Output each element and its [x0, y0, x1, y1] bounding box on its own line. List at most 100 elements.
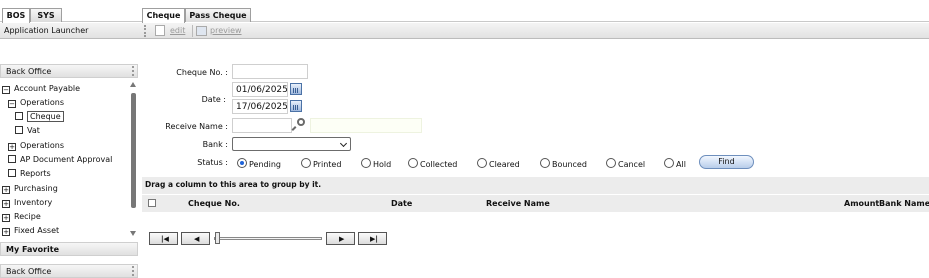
- first-page-icon: |◀: [161, 235, 169, 243]
- expand-icon[interactable]: +: [8, 143, 16, 151]
- prev-page-button[interactable]: ◀: [181, 232, 210, 245]
- tab-bos[interactable]: BOS: [2, 8, 30, 23]
- toolbar-divider: [192, 25, 193, 37]
- scroll-down-icon[interactable]: [130, 231, 136, 236]
- status-label-all: All: [676, 160, 686, 169]
- tab-cheque[interactable]: Cheque: [142, 8, 185, 23]
- status-radio-all[interactable]: [664, 158, 674, 168]
- tab-sys[interactable]: SYS: [30, 8, 62, 22]
- tree-node-vat[interactable]: Vat: [15, 125, 40, 137]
- group-by-area[interactable]: Drag a column to this area to group by i…: [142, 177, 929, 194]
- tree-node-operations-2[interactable]: + Operations: [8, 140, 64, 152]
- edit-button[interactable]: edit: [170, 25, 185, 37]
- grip-icon: [132, 266, 134, 276]
- find-button[interactable]: Find: [699, 155, 754, 169]
- scroll-up-icon[interactable]: [130, 82, 136, 87]
- tree-node-label: Purchasing: [14, 184, 58, 193]
- status-radio-cleared[interactable]: [477, 158, 487, 168]
- tree-node-label: Vat: [27, 126, 40, 135]
- tab-pass-cheque[interactable]: Pass Cheque: [185, 8, 251, 22]
- calendar-icon[interactable]: [290, 100, 302, 112]
- expand-icon[interactable]: +: [2, 200, 10, 208]
- column-receive-name[interactable]: Receive Name: [486, 198, 550, 210]
- column-cheque-no[interactable]: Cheque No.: [188, 198, 240, 210]
- next-page-button[interactable]: ▶: [326, 232, 355, 245]
- cheque-no-field[interactable]: [232, 64, 308, 79]
- next-page-icon: ▶: [339, 235, 345, 243]
- tree-node-operations[interactable]: − Operations: [8, 97, 64, 109]
- status-radio-hold[interactable]: [361, 158, 371, 168]
- status-radio-bounced[interactable]: [540, 158, 550, 168]
- tree-node-purchasing[interactable]: + Purchasing: [2, 183, 58, 195]
- column-bank-name[interactable]: Bank Name: [879, 198, 929, 210]
- tree-node-cheque[interactable]: Cheque: [15, 111, 64, 123]
- date-to-field[interactable]: 17/06/2025: [232, 99, 288, 114]
- tree-node-ap-document-approval[interactable]: AP Document Approval: [8, 154, 112, 166]
- status-radio-cancel[interactable]: [606, 158, 616, 168]
- expand-icon[interactable]: +: [2, 228, 10, 236]
- preview-icon[interactable]: [196, 26, 207, 36]
- tree-node-label: Inventory: [14, 198, 53, 207]
- application-launcher[interactable]: Application Launcher: [0, 23, 140, 39]
- tree-node-recipe[interactable]: + Recipe: [2, 211, 41, 223]
- back-office-bottom-header[interactable]: Back Office: [0, 264, 138, 278]
- status-label-collected: Collected: [420, 160, 458, 169]
- edit-icon[interactable]: [155, 25, 165, 36]
- status-label-pending: Pending: [249, 160, 281, 169]
- page-slider[interactable]: [214, 237, 322, 240]
- scroll-thumb[interactable]: [131, 93, 136, 208]
- my-favorite-header[interactable]: My Favorite: [0, 242, 138, 256]
- tree-node-label: AP Document Approval: [20, 155, 113, 164]
- select-all-checkbox[interactable]: [148, 199, 156, 207]
- tree-node-account-payable[interactable]: − Account Payable: [2, 83, 80, 95]
- status-label-bounced: Bounced: [552, 160, 587, 169]
- status-radio-pending[interactable]: [237, 158, 247, 168]
- last-page-button[interactable]: ▶|: [358, 232, 387, 245]
- tree-node-label: Operations: [20, 98, 64, 107]
- bank-label: Bank :: [202, 140, 228, 149]
- expand-icon[interactable]: +: [2, 186, 10, 194]
- page-slider-thumb[interactable]: [215, 232, 220, 244]
- back-office-bottom-label: Back Office: [6, 267, 52, 276]
- status-label-cancel: Cancel: [618, 160, 646, 169]
- preview-button[interactable]: preview: [210, 25, 242, 37]
- search-icon-handle: [291, 126, 297, 131]
- tree-node-reports[interactable]: Reports: [8, 168, 51, 180]
- grid-header: Cheque No. Date Receive Name Amount Bank…: [142, 194, 929, 212]
- chevron-down-icon: [339, 139, 348, 148]
- leaf-icon: [8, 169, 16, 177]
- status-label-hold: Hold: [373, 160, 392, 169]
- tree-node-label: Account Payable: [14, 84, 81, 93]
- expand-icon[interactable]: +: [2, 214, 10, 222]
- tree-node-label: Reports: [20, 169, 51, 178]
- grip-icon: [144, 25, 146, 37]
- column-date[interactable]: Date: [391, 198, 412, 210]
- back-office-header-label: Back Office: [6, 67, 52, 76]
- tree-scrollbar[interactable]: [130, 82, 137, 239]
- cheque-no-label: Cheque No. :: [176, 68, 228, 77]
- status-radio-printed[interactable]: [301, 158, 311, 168]
- search-icon[interactable]: [297, 118, 305, 126]
- tree-node-fixed-asset[interactable]: + Fixed Asset: [2, 225, 59, 237]
- toolbar: edit preview: [140, 23, 929, 39]
- status-radio-collected[interactable]: [408, 158, 418, 168]
- collapse-icon[interactable]: −: [2, 86, 10, 94]
- receive-name-display: [310, 118, 422, 133]
- left-tab-bar: BOS SYS: [0, 0, 140, 23]
- back-office-header[interactable]: Back Office: [0, 64, 138, 78]
- collapse-icon[interactable]: −: [8, 100, 16, 108]
- date-label: Date :: [201, 95, 226, 104]
- column-amount[interactable]: Amount: [844, 198, 879, 210]
- my-favorite-label: My Favorite: [6, 245, 60, 254]
- bank-select[interactable]: [232, 137, 351, 151]
- first-page-button[interactable]: |◀: [149, 232, 178, 245]
- receive-name-label: Receive Name :: [165, 122, 228, 131]
- receive-name-field[interactable]: [232, 118, 292, 133]
- calendar-icon[interactable]: [290, 83, 302, 95]
- tree-node-inventory[interactable]: + Inventory: [2, 197, 52, 209]
- tree-node-label: Operations: [20, 141, 64, 150]
- date-from-field[interactable]: 01/06/2025: [232, 82, 288, 97]
- content-tab-bar: Cheque Pass Cheque: [140, 0, 929, 23]
- leaf-icon: [15, 126, 23, 134]
- leaf-icon: [15, 112, 23, 120]
